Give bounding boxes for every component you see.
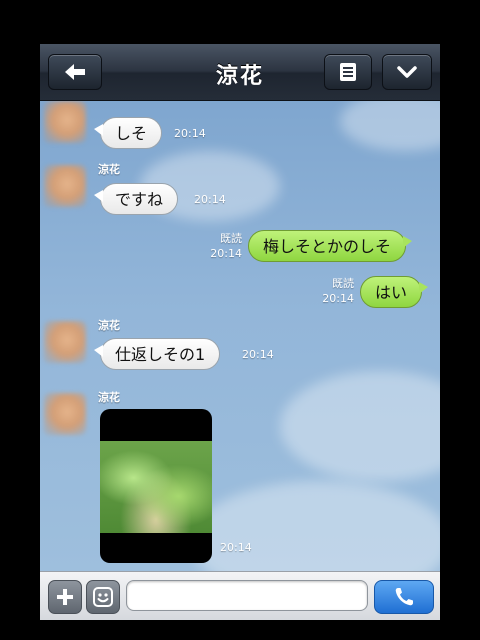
avatar[interactable] [44,393,86,435]
sender-name: 涼花 [98,163,120,176]
message-time: 20:14 [220,541,252,554]
background-cloud [340,101,440,151]
read-label: 既読 [220,232,242,245]
sender-name: 涼花 [98,319,120,332]
message-input[interactable] [126,580,368,611]
chat-title: 涼花 [215,64,264,89]
avatar[interactable] [44,321,86,363]
chat-screen: 涼花 しそ 20:14 涼花 ですね 20:14 既読 20:14 梅しそとかの… [40,44,440,620]
message-bubble[interactable]: 仕返しその1 [93,338,221,370]
message-time: 20:14 [242,348,274,361]
read-label: 既読 [332,277,354,290]
sender-name: 涼花 [98,391,120,404]
avatar[interactable] [44,165,86,207]
message-list[interactable]: しそ 20:14 涼花 ですね 20:14 既読 20:14 梅しそとかのしそ … [40,101,440,571]
list-icon [340,63,356,81]
sticker-button[interactable] [86,580,120,614]
smiley-icon [93,587,113,607]
avatar[interactable] [44,101,86,143]
message-bubble[interactable]: はい [360,276,429,308]
message-bubble[interactable]: 梅しそとかのしそ [248,230,413,262]
message-time: 20:14 [174,127,206,140]
message-time: 20:14 [322,292,354,305]
plus-icon [57,589,73,605]
message-time: 20:14 [210,247,242,260]
background-cloud [280,371,440,481]
read-receipt: 既読 20:14 [200,231,242,261]
message-bubble[interactable]: しそ [93,117,163,149]
phone-icon [395,588,413,606]
chevron-down-icon [397,66,417,78]
input-bar [40,571,440,620]
header-bar: 涼花 [40,44,440,101]
add-button[interactable] [48,580,82,614]
message-bubble[interactable]: ですね [93,183,179,215]
message-time: 20:14 [194,193,226,206]
shiso-leaves-photo [100,441,212,533]
read-receipt: 既読 20:14 [312,276,354,306]
background-cloud [190,481,440,571]
collapse-button[interactable] [382,54,432,90]
call-button[interactable] [374,580,434,614]
photo-message[interactable] [100,409,212,563]
menu-button[interactable] [324,54,372,90]
